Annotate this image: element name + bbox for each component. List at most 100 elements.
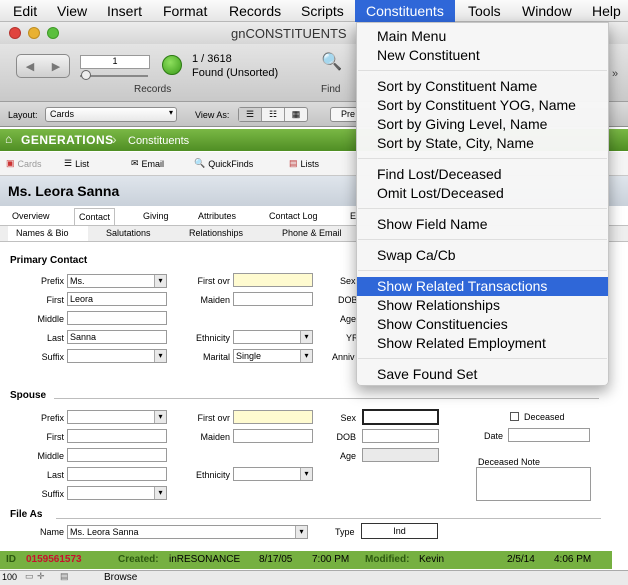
maiden-name-field[interactable] [233, 292, 313, 306]
modified-by: Kevin [419, 554, 445, 565]
tab-contact[interactable]: Contact [74, 208, 116, 225]
subtab-relationships[interactable]: Relationships [189, 228, 243, 238]
nav-lists[interactable]: ▤ Lists [289, 158, 319, 169]
close-window-button[interactable] [9, 27, 21, 39]
zoom-out-icon[interactable]: ▭ [25, 571, 34, 582]
marital-field[interactable]: Single [233, 349, 313, 363]
nav-quickfinds[interactable]: 🔍 QuickFinds [194, 158, 253, 169]
tab-giving[interactable]: Giving [139, 208, 173, 225]
spouse-suffix-label: Suffix [41, 489, 64, 499]
file-as-type-field[interactable]: Ind [361, 523, 438, 539]
file-as-name-field[interactable]: Ms. Leora Sanna [67, 525, 308, 539]
brand-label[interactable]: GENERATIONS [21, 133, 114, 147]
spouse-sex-field[interactable] [362, 409, 439, 425]
tab-overview[interactable]: Overview [8, 208, 54, 225]
menu-item-omit-lost[interactable]: Omit Lost/Deceased [357, 184, 608, 203]
menu-constituents[interactable]: Constituents [355, 0, 455, 22]
nav-list[interactable]: ☰ List [64, 158, 89, 169]
spouse-age-field [362, 448, 439, 462]
next-record-icon[interactable]: ▶ [52, 60, 60, 73]
tab-attributes[interactable]: Attributes [194, 208, 240, 225]
created-time: 7:00 PM [312, 554, 350, 565]
breadcrumb-chevron-icon: › [112, 131, 117, 147]
zoom-level[interactable]: 100 [2, 572, 17, 582]
record-slider-thumb[interactable] [81, 70, 91, 80]
suffix-field[interactable] [67, 349, 167, 363]
menu-tools[interactable]: Tools [468, 3, 501, 19]
found-set-pie-icon [162, 55, 182, 75]
spouse-prefix-label: Prefix [40, 413, 64, 423]
first-ovr-label: First ovr [197, 276, 231, 286]
find-magnifier-icon[interactable]: 🔍 [321, 52, 342, 72]
menu-bar: Edit View Insert Format Records Scripts … [0, 0, 628, 22]
toolbar-overflow-icon[interactable]: » [612, 68, 618, 80]
spouse-dob-field[interactable] [362, 429, 439, 443]
menu-item-find-lost[interactable]: Find Lost/Deceased [357, 165, 608, 184]
home-icon[interactable]: ⌂ [5, 132, 12, 146]
deceased-checkbox[interactable] [510, 412, 519, 421]
spouse-first-field[interactable] [67, 429, 167, 443]
menu-item-show-field-name[interactable]: Show Field Name [357, 215, 608, 234]
last-label: Last [46, 333, 64, 343]
first-override-field[interactable] [233, 273, 313, 287]
spouse-last-field[interactable] [67, 467, 167, 481]
menu-insert[interactable]: Insert [107, 3, 142, 19]
menu-item-show-related-transactions[interactable]: Show Related Transactions [357, 277, 608, 296]
menu-scripts[interactable]: Scripts [301, 3, 344, 19]
subtab-phone-email[interactable]: Phone & Email [282, 228, 342, 238]
zoom-window-button[interactable] [47, 27, 59, 39]
table-view-icon[interactable]: ▦ [285, 108, 307, 121]
spouse-prefix-field[interactable] [67, 410, 167, 424]
menu-item-sort-state[interactable]: Sort by State, City, Name [357, 134, 608, 153]
ethnicity-field[interactable] [233, 330, 313, 344]
toggle-toolbar-icon[interactable]: ▤ [60, 571, 69, 582]
list-view-icon[interactable]: ☷ [262, 108, 285, 121]
menu-view[interactable]: View [57, 3, 87, 19]
deceased-date-field[interactable] [508, 428, 590, 442]
nav-email[interactable]: ✉ Email [131, 158, 164, 169]
layout-select[interactable]: Cards ▾ [45, 107, 177, 122]
record-navigator[interactable]: ◀ ▶ [16, 54, 70, 78]
previous-record-icon[interactable]: ◀ [26, 60, 34, 73]
subtab-salutations[interactable]: Salutations [106, 228, 151, 238]
menu-item-show-relationships[interactable]: Show Relationships [357, 296, 608, 315]
spouse-sex-label: Sex [340, 413, 356, 423]
menu-help[interactable]: Help [592, 3, 621, 19]
menu-item-main-menu[interactable]: Main Menu [357, 27, 608, 46]
menu-format[interactable]: Format [163, 3, 207, 19]
middle-name-field[interactable] [67, 311, 167, 325]
first-name-field[interactable]: Leora [67, 292, 167, 306]
nav-cards[interactable]: ▣ Cards [6, 158, 42, 169]
current-record-field[interactable]: 1 [80, 55, 150, 69]
sex-label: Sex [340, 276, 356, 286]
zoom-in-icon[interactable]: ✛ [37, 571, 45, 582]
menu-edit[interactable]: Edit [13, 3, 37, 19]
modified-time: 4:06 PM [554, 554, 592, 565]
last-name-field[interactable]: Sanna [67, 330, 167, 344]
prefix-field[interactable]: Ms. [67, 274, 167, 288]
modified-date: 2/5/14 [507, 554, 535, 565]
form-view-icon[interactable]: ☰ [239, 108, 262, 121]
menu-records[interactable]: Records [229, 3, 281, 19]
spouse-suffix-field[interactable] [67, 486, 167, 500]
menu-item-sort-yog[interactable]: Sort by Constituent YOG, Name [357, 96, 608, 115]
spouse-middle-field[interactable] [67, 448, 167, 462]
spouse-divider [54, 398, 599, 399]
menu-window[interactable]: Window [522, 3, 572, 19]
menu-item-sort-giving[interactable]: Sort by Giving Level, Name [357, 115, 608, 134]
tab-contact-log[interactable]: Contact Log [265, 208, 322, 225]
menu-item-show-constituencies[interactable]: Show Constituencies [357, 315, 608, 334]
subtab-names-bio[interactable]: Names & Bio [16, 228, 69, 238]
menu-item-swap[interactable]: Swap Ca/Cb [357, 246, 608, 265]
menu-item-show-employment[interactable]: Show Related Employment [357, 334, 608, 353]
menu-item-new-constituent[interactable]: New Constituent [357, 46, 608, 65]
spouse-maiden-label: Maiden [200, 432, 230, 442]
menu-item-sort-name[interactable]: Sort by Constituent Name [357, 77, 608, 96]
minimize-window-button[interactable] [28, 27, 40, 39]
age-label: Age [340, 314, 357, 324]
menu-item-save-found-set[interactable]: Save Found Set [357, 365, 608, 384]
modified-label: Modified: [365, 554, 410, 565]
file-as-name-label: Name [39, 527, 64, 537]
deceased-note-field[interactable] [476, 467, 591, 501]
spouse-ethnicity-field[interactable] [233, 467, 313, 481]
